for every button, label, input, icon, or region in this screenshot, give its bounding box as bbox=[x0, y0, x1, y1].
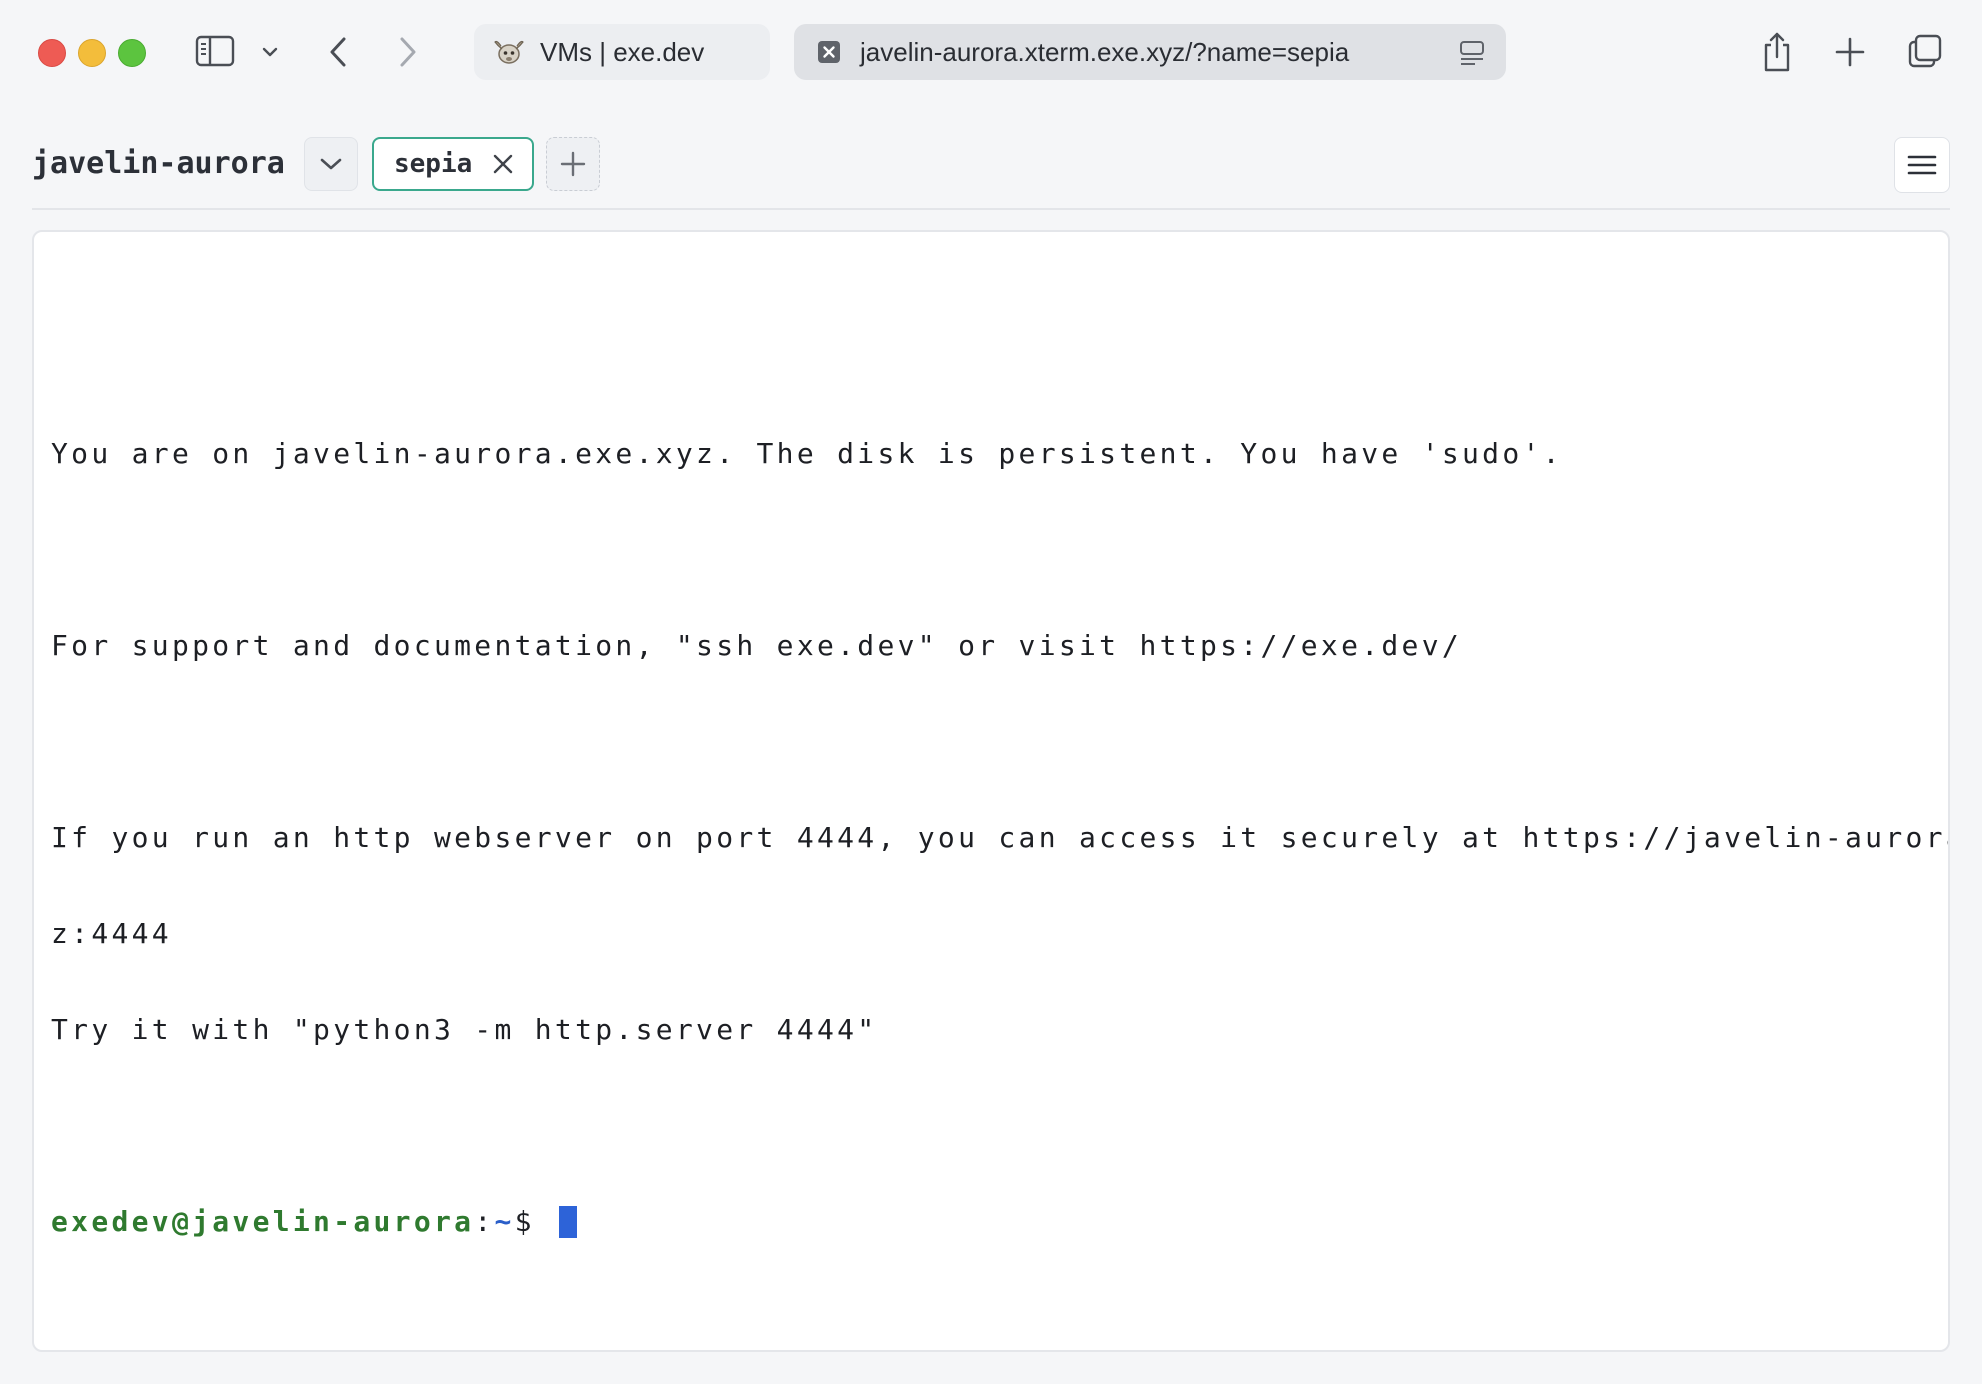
vm-dropdown-button[interactable] bbox=[304, 137, 358, 191]
terminal-line: z:4444 bbox=[51, 917, 172, 950]
browser-tab-vms[interactable]: VMs | exe.dev bbox=[474, 24, 770, 80]
tab-overview-icon[interactable] bbox=[1906, 32, 1944, 70]
share-icon[interactable] bbox=[1760, 30, 1794, 74]
vm-name-title: javelin-aurora bbox=[32, 146, 285, 181]
close-icon[interactable] bbox=[492, 153, 514, 175]
session-tab-label: sepia bbox=[394, 149, 473, 179]
browser-tab-label: VMs | exe.dev bbox=[540, 36, 705, 67]
session-tab-sepia[interactable]: sepia bbox=[372, 137, 534, 191]
terminal-line: Try it with "python3 -m http.server 4444… bbox=[51, 1013, 878, 1046]
minimize-window-button[interactable] bbox=[78, 39, 106, 67]
prompt-user-host: exedev@javelin-aurora bbox=[51, 1205, 475, 1238]
terminal-viewport[interactable]: You are on javelin-aurora.exe.xyz. The d… bbox=[32, 230, 1950, 1352]
prompt-separator: : bbox=[474, 1205, 495, 1238]
terminal-cursor bbox=[558, 1206, 577, 1238]
header-divider bbox=[32, 208, 1950, 210]
chevron-down-icon[interactable] bbox=[258, 40, 282, 64]
add-session-button[interactable] bbox=[546, 137, 600, 191]
terminal-line: If you run an http webserver on port 444… bbox=[51, 821, 1950, 854]
terminal-output: You are on javelin-aurora.exe.xyz. The d… bbox=[51, 278, 1950, 1302]
goat-favicon-icon bbox=[492, 35, 526, 69]
sidebar-toggle-icon[interactable] bbox=[194, 34, 236, 68]
browser-tab-terminal[interactable]: javelin-aurora.xterm.exe.xyz/?name=sepia bbox=[794, 24, 1506, 80]
close-window-button[interactable] bbox=[38, 39, 66, 67]
reader-mode-icon[interactable] bbox=[1458, 38, 1486, 68]
hamburger-menu-icon bbox=[1907, 153, 1937, 177]
plus-icon bbox=[559, 150, 587, 178]
terminal-line: For support and documentation, "ssh exe.… bbox=[51, 629, 1463, 662]
zoom-window-button[interactable] bbox=[118, 39, 146, 67]
close-tab-icon[interactable] bbox=[812, 35, 846, 69]
forward-arrow-icon[interactable] bbox=[392, 32, 424, 72]
browser-tab-label: javelin-aurora.xterm.exe.xyz/?name=sepia bbox=[860, 36, 1350, 67]
menu-button[interactable] bbox=[1894, 137, 1950, 193]
back-arrow-icon[interactable] bbox=[322, 32, 354, 72]
browser-titlebar: VMs | exe.dev javelin-aurora.xterm.exe.x… bbox=[0, 0, 1982, 104]
terminal-line: You are on javelin-aurora.exe.xyz. The d… bbox=[51, 437, 1563, 470]
prompt-symbol: $ bbox=[514, 1205, 555, 1238]
plus-icon[interactable] bbox=[1832, 34, 1868, 70]
terminal-app-header: javelin-aurora sepia bbox=[32, 134, 1950, 206]
chevron-down-icon bbox=[319, 156, 343, 172]
prompt-path: ~ bbox=[494, 1205, 515, 1238]
terminal-prompt-line: exedev@javelin-aurora:~$ bbox=[51, 1205, 1948, 1238]
